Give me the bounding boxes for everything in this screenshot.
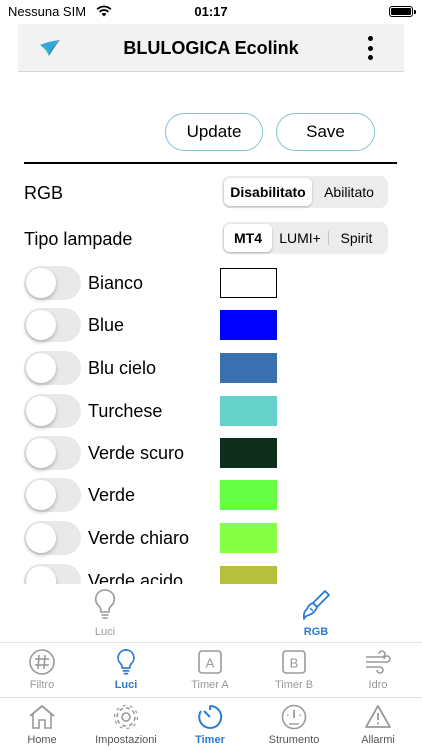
- color-row-verde-acido: Verde acido: [0, 560, 422, 584]
- app-header: BLULOGICA Ecolink: [18, 24, 404, 72]
- toggle-blue[interactable]: [24, 308, 81, 342]
- svg-text:A: A: [206, 656, 215, 671]
- color-name: Bianco: [88, 273, 144, 293]
- bulb-icon: [117, 649, 135, 675]
- brush-icon: [302, 590, 330, 620]
- svg-text:B: B: [290, 656, 299, 671]
- lamp-type-segmented-control: MT4 LUMI+ Spirit: [222, 222, 388, 254]
- color-row-verde: Verde: [0, 474, 422, 516]
- tab-strumento[interactable]: Strumento: [252, 698, 336, 750]
- more-menu-icon[interactable]: [363, 34, 377, 62]
- tab-timer-b-label: Timer B: [274, 679, 314, 691]
- update-button[interactable]: Update: [165, 113, 263, 151]
- color-name: Verde scuro: [88, 443, 185, 463]
- lights-subtabs: Luci RGB: [0, 584, 422, 644]
- tab-impostazioni-label: Impostazioni: [95, 734, 157, 746]
- toggle-bianco[interactable]: [24, 266, 81, 300]
- save-button[interactable]: Save: [276, 113, 375, 151]
- color-swatch: [220, 523, 277, 553]
- section-tabbar: Filtro Luci A Timer A B Timer B Idro: [0, 642, 422, 696]
- section-divider: [24, 162, 397, 164]
- color-swatch: [220, 353, 277, 383]
- toggle-verde-acido[interactable]: [24, 564, 81, 584]
- subtab-rgb-label: RGB: [303, 626, 329, 638]
- battery-icon: [389, 6, 416, 17]
- color-row-turchese: Turchese: [0, 390, 422, 432]
- tab-idro[interactable]: Idro: [336, 643, 420, 697]
- color-name: Verde chiaro: [88, 528, 190, 548]
- timer-icon: [198, 704, 223, 729]
- wind-icon: [366, 650, 391, 674]
- tab-home[interactable]: Home: [0, 698, 84, 750]
- toggle-turchese[interactable]: [24, 394, 81, 428]
- color-swatch: [220, 480, 277, 510]
- tab-idro-label: Idro: [368, 679, 388, 691]
- color-row-bianco: Bianco: [0, 262, 422, 304]
- rgb-segmented-control: Disabilitato Abilitato: [222, 176, 388, 208]
- rgb-option-disabilitato[interactable]: Disabilitato: [224, 178, 312, 206]
- color-swatch: [220, 566, 277, 584]
- rgb-label: RGB: [24, 183, 64, 203]
- toggle-verde-scuro[interactable]: [24, 436, 81, 470]
- tab-impostazioni[interactable]: Impostazioni: [84, 698, 168, 750]
- clock: 01:17: [194, 4, 228, 19]
- toggle-verde[interactable]: [24, 478, 81, 512]
- subtab-luci[interactable]: Luci: [65, 584, 145, 644]
- color-row-blue: Blue: [0, 304, 422, 346]
- color-name: Verde: [88, 485, 136, 505]
- status-bar: Nessuna SIM 01:17: [0, 0, 422, 22]
- tab-timer-a-label: Timer A: [191, 679, 229, 691]
- app-title: BLULOGICA Ecolink: [123, 38, 299, 58]
- color-row-blu-cielo: Blu cielo: [0, 347, 422, 389]
- subtab-luci-label: Luci: [94, 626, 116, 638]
- timer-a-icon: A: [198, 650, 222, 674]
- color-swatch: [220, 396, 277, 426]
- hash-icon: [29, 649, 55, 675]
- tab-luci[interactable]: Luci: [84, 643, 168, 697]
- lamp-option-spirit[interactable]: Spirit: [329, 224, 384, 252]
- tab-strumento-label: Strumento: [268, 734, 320, 746]
- subtab-rgb[interactable]: RGB: [276, 584, 356, 644]
- main-tabbar: Home Impostazioni Timer Strumento Allarm…: [0, 697, 422, 750]
- tab-timer-b[interactable]: B Timer B: [252, 643, 336, 697]
- toggle-verde-chiaro[interactable]: [24, 521, 81, 555]
- tab-timer-a[interactable]: A Timer A: [168, 643, 252, 697]
- color-swatch: [220, 438, 277, 468]
- home-icon: [29, 705, 55, 729]
- tab-timer-label: Timer: [195, 734, 225, 746]
- lamp-option-mt4[interactable]: MT4: [224, 224, 272, 252]
- timer-b-icon: B: [282, 650, 306, 674]
- color-channel-list[interactable]: Bianco Blue Blu cielo Turchese Verde scu…: [0, 262, 422, 584]
- warning-icon: [365, 705, 391, 728]
- tab-filtro[interactable]: Filtro: [0, 643, 84, 697]
- tab-home-label: Home: [27, 734, 57, 746]
- color-name: Blue: [88, 315, 125, 335]
- rgb-option-abilitato[interactable]: Abilitato: [312, 178, 386, 206]
- tab-filtro-label: Filtro: [29, 679, 55, 691]
- color-name: Verde acido: [88, 571, 184, 584]
- tab-luci-label: Luci: [114, 679, 138, 691]
- gauge-icon: [281, 704, 307, 730]
- tab-allarmi[interactable]: Allarmi: [336, 698, 420, 750]
- color-name: Turchese: [88, 401, 163, 421]
- color-swatch: [220, 310, 277, 340]
- toggle-blu-cielo[interactable]: [24, 351, 81, 385]
- lamp-type-label: Tipo lampade: [24, 229, 133, 249]
- tab-allarmi-label: Allarmi: [361, 734, 395, 746]
- tab-timer[interactable]: Timer: [168, 698, 252, 750]
- lamp-option-lumi[interactable]: LUMI+: [272, 224, 328, 252]
- color-swatch: [220, 268, 277, 298]
- color-name: Blu cielo: [88, 358, 157, 378]
- color-row-verde-scuro: Verde scuro: [0, 432, 422, 474]
- gear-icon: [113, 704, 139, 730]
- color-row-verde-chiaro: Verde chiaro: [0, 517, 422, 559]
- bulb-icon: [94, 589, 116, 619]
